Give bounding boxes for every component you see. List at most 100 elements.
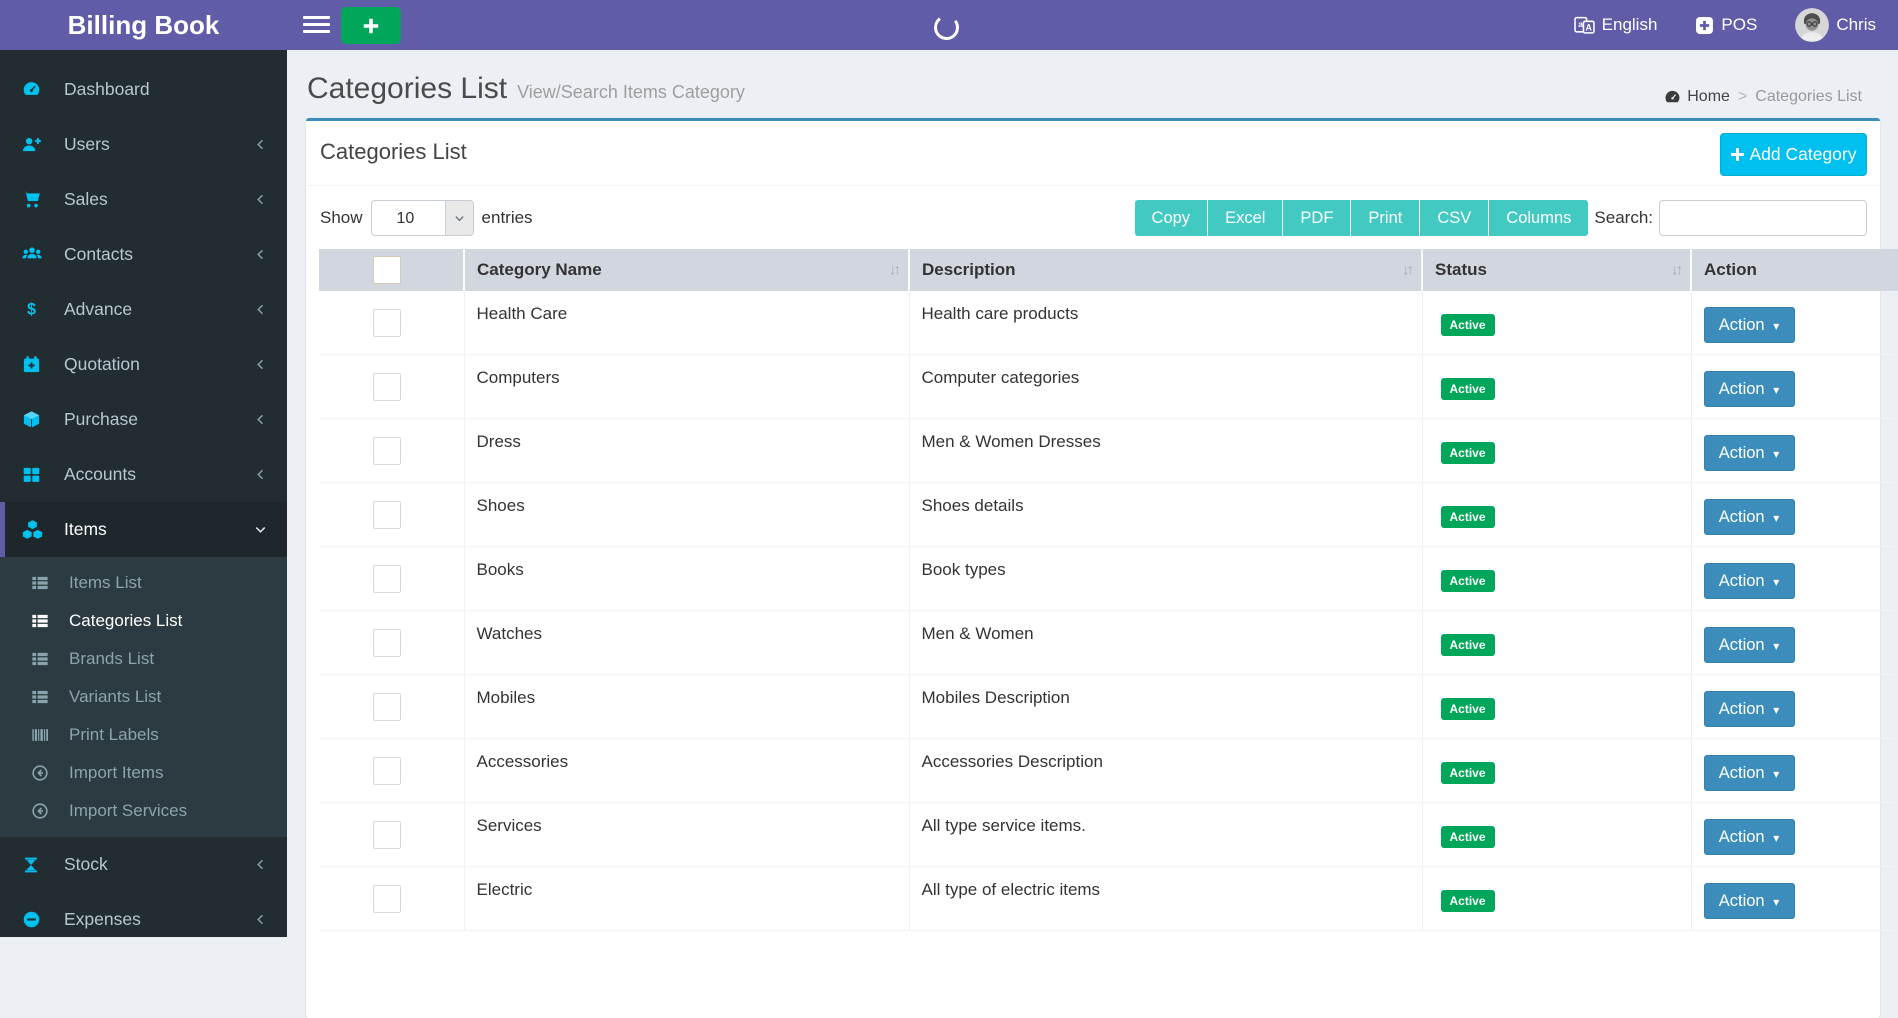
sidebar-item-advance[interactable]: $Advance bbox=[0, 282, 287, 337]
action-button[interactable]: Action ▾ bbox=[1704, 819, 1795, 855]
action-button[interactable]: Action ▾ bbox=[1704, 755, 1795, 791]
import-icon bbox=[31, 802, 69, 820]
sidebar-item-accounts[interactable]: Accounts bbox=[0, 447, 287, 502]
sidebar-item-items-list[interactable]: Items List bbox=[0, 564, 287, 602]
row-checkbox[interactable] bbox=[373, 693, 401, 721]
sidebar-submenu-items: Items ListCategories ListBrands ListVari… bbox=[0, 557, 287, 837]
action-button[interactable]: Action ▾ bbox=[1704, 883, 1795, 919]
search-input[interactable] bbox=[1659, 200, 1867, 236]
page-length-dropdown[interactable]: 10 bbox=[372, 201, 473, 235]
sidebar-item-variants-list[interactable]: Variants List bbox=[0, 678, 287, 716]
sidebar-toggle-button[interactable] bbox=[303, 16, 330, 34]
user-menu[interactable]: Chris bbox=[1795, 8, 1876, 42]
action-button[interactable]: Action ▾ bbox=[1704, 627, 1795, 663]
category-name-cell: Health Care bbox=[464, 291, 909, 355]
sidebar-item-items[interactable]: Items bbox=[0, 502, 287, 557]
pos-button[interactable]: POS bbox=[1695, 15, 1757, 35]
row-checkbox[interactable] bbox=[373, 373, 401, 401]
row-checkbox[interactable] bbox=[373, 437, 401, 465]
csv-export-button[interactable]: CSV bbox=[1420, 200, 1488, 236]
contacts-icon bbox=[22, 245, 64, 265]
sort-icon[interactable]: ↓↑ bbox=[1402, 262, 1411, 279]
hourglass-icon bbox=[22, 856, 64, 874]
status-badge: Active bbox=[1441, 442, 1495, 464]
sidebar-item-sales[interactable]: Sales bbox=[0, 172, 287, 227]
excel-export-button[interactable]: Excel bbox=[1208, 200, 1282, 236]
language-menu[interactable]: a A English bbox=[1574, 15, 1658, 36]
category-name-cell: Computers bbox=[464, 355, 909, 419]
sidebar-item-purchase[interactable]: Purchase bbox=[0, 392, 287, 447]
sidebar-item-quotation[interactable]: Quotation bbox=[0, 337, 287, 392]
categories-card: Categories List Add Category Show 10 ent… bbox=[306, 118, 1880, 1018]
pdf-export-button[interactable]: PDF bbox=[1283, 200, 1350, 236]
print-export-button[interactable]: Print bbox=[1351, 200, 1419, 236]
quick-add-button[interactable] bbox=[341, 7, 401, 44]
chevron-left-icon bbox=[254, 193, 267, 206]
sidebar-item-categories-list[interactable]: Categories List bbox=[0, 602, 287, 640]
pos-label: POS bbox=[1721, 15, 1757, 35]
table-row: BooksBook typesActiveAction ▾ bbox=[319, 547, 1898, 611]
page-title: Categories ListView/Search Items Categor… bbox=[307, 72, 745, 106]
sidebar-item-import-items[interactable]: Import Items bbox=[0, 754, 287, 792]
sidebar-item-import-services[interactable]: Import Services bbox=[0, 792, 287, 830]
dollar-icon: $ bbox=[22, 300, 64, 319]
copy-export-button[interactable]: Copy bbox=[1135, 200, 1208, 236]
row-checkbox[interactable] bbox=[373, 309, 401, 337]
svg-text:a: a bbox=[1578, 19, 1583, 29]
sidebar-item-print-labels[interactable]: Print Labels bbox=[0, 716, 287, 754]
description-cell: Men & Women Dresses bbox=[909, 419, 1422, 483]
action-button[interactable]: Action ▾ bbox=[1704, 691, 1795, 727]
columns-export-button[interactable]: Columns bbox=[1489, 200, 1588, 236]
page-subtitle: View/Search Items Category bbox=[517, 82, 745, 102]
breadcrumb-home[interactable]: Home bbox=[1664, 88, 1730, 106]
cubes-icon bbox=[22, 519, 64, 540]
main-content: Categories List View/Search Items Categor… bbox=[287, 50, 1898, 937]
app-title: Billing Book bbox=[68, 10, 220, 40]
action-button[interactable]: Action ▾ bbox=[1704, 563, 1795, 599]
action-button[interactable]: Action ▾ bbox=[1704, 499, 1795, 535]
row-checkbox[interactable] bbox=[373, 565, 401, 593]
row-checkbox[interactable] bbox=[373, 821, 401, 849]
column-header-status[interactable]: Status↓↑ bbox=[1422, 249, 1691, 291]
card-title: Categories List bbox=[320, 139, 467, 165]
row-checkbox[interactable] bbox=[373, 885, 401, 913]
action-button[interactable]: Action ▾ bbox=[1704, 435, 1795, 471]
plus-square-icon bbox=[1695, 16, 1714, 35]
add-category-button[interactable]: Add Category bbox=[1720, 133, 1867, 176]
topnav: a A English POS bbox=[1574, 0, 1876, 50]
plus-icon bbox=[1730, 147, 1745, 162]
sidebar-item-brands-list[interactable]: Brands List bbox=[0, 640, 287, 678]
content-header: Categories ListView/Search Items Categor… bbox=[287, 50, 1898, 118]
sidebar-item-expenses[interactable]: Expenses bbox=[0, 892, 287, 947]
description-cell: Health care products bbox=[909, 291, 1422, 355]
sort-icon[interactable]: ↓↑ bbox=[889, 262, 898, 279]
table-row: Health CareHealth care productsActiveAct… bbox=[319, 291, 1898, 355]
column-header-category-name[interactable]: Category Name↓↑ bbox=[464, 249, 909, 291]
category-name-cell: Dress bbox=[464, 419, 909, 483]
sort-icon[interactable]: ↓↑ bbox=[1671, 262, 1680, 279]
avatar bbox=[1795, 8, 1829, 42]
sidebar-item-stock[interactable]: Stock bbox=[0, 837, 287, 892]
export-search-controls: CopyExcelPDFPrintCSVColumns Search: bbox=[1135, 200, 1867, 236]
description-cell: All type of electric items bbox=[909, 867, 1422, 931]
app-logo[interactable]: Billing Book bbox=[0, 0, 287, 50]
row-checkbox[interactable] bbox=[373, 501, 401, 529]
caret-down-icon: ▾ bbox=[1773, 639, 1779, 653]
user-plus-icon bbox=[22, 135, 64, 154]
row-checkbox[interactable] bbox=[373, 757, 401, 785]
table-row: AccessoriesAccessories DescriptionActive… bbox=[319, 739, 1898, 803]
action-button[interactable]: Action ▾ bbox=[1704, 371, 1795, 407]
caret-down-icon: ▾ bbox=[1773, 383, 1779, 397]
action-button[interactable]: Action ▾ bbox=[1704, 307, 1795, 343]
row-checkbox[interactable] bbox=[373, 629, 401, 657]
sidebar-item-users[interactable]: Users bbox=[0, 117, 287, 172]
sidebar-item-dashboard[interactable]: Dashboard bbox=[0, 62, 287, 117]
column-header-description[interactable]: Description↓↑ bbox=[909, 249, 1422, 291]
sidebar-item-contacts[interactable]: Contacts bbox=[0, 227, 287, 282]
caret-down-icon: ▾ bbox=[1773, 767, 1779, 781]
category-name-cell: Books bbox=[464, 547, 909, 611]
page-length-select[interactable]: 10 bbox=[371, 200, 474, 236]
status-badge: Active bbox=[1441, 762, 1495, 784]
select-all-checkbox[interactable] bbox=[373, 256, 401, 284]
description-cell: Book types bbox=[909, 547, 1422, 611]
